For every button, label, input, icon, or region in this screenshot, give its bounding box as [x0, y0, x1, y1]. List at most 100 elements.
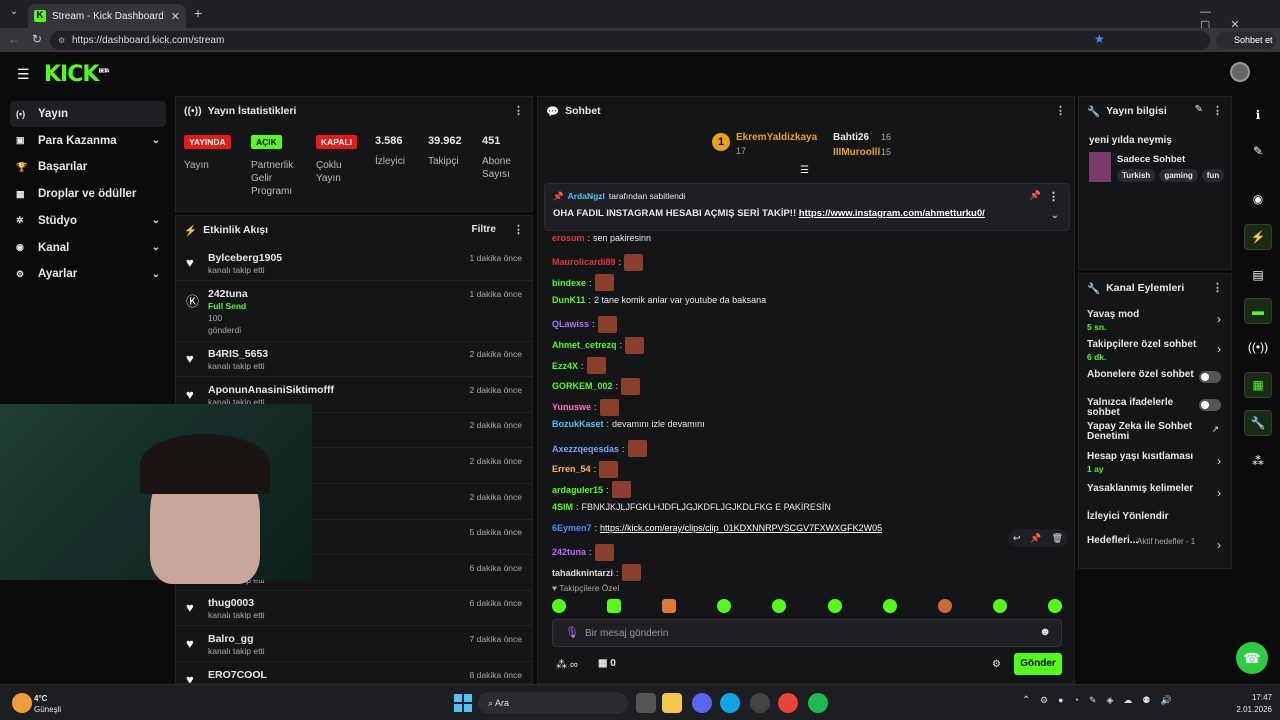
- clock-time[interactable]: 17:47: [1232, 693, 1272, 702]
- chevron-right-icon[interactable]: ›: [1217, 538, 1221, 552]
- chat-username[interactable]: GORKEM_002: [552, 381, 613, 391]
- chat-username[interactable]: 6Eymen7: [552, 523, 592, 533]
- discord-icon[interactable]: [692, 693, 712, 713]
- sidebar-item-6[interactable]: ◉ Kanal ⌄: [10, 235, 166, 261]
- activity-user[interactable]: ERO7COOL: [208, 669, 267, 681]
- edge-icon[interactable]: [720, 693, 740, 713]
- activity-user[interactable]: Balro_gg: [208, 633, 254, 645]
- category-name[interactable]: Sadece Sohbet: [1117, 154, 1185, 165]
- stream-info-menu-icon[interactable]: ⋮: [1212, 104, 1223, 117]
- sidebar-item-5[interactable]: ✲ Stüdyo ⌄: [10, 208, 166, 234]
- activity-menu-icon[interactable]: ⋮: [513, 223, 524, 236]
- chat-username[interactable]: Ahmet_cetrezq: [552, 340, 617, 350]
- emote-3-icon[interactable]: [662, 599, 677, 613]
- chat-rail-icon[interactable]: ▬: [1244, 298, 1272, 324]
- new-tab-icon[interactable]: +: [194, 5, 202, 21]
- activity-user[interactable]: B4RIS_5653: [208, 348, 268, 360]
- back-icon[interactable]: ←: [8, 32, 20, 46]
- activity-user[interactable]: Bylceberg1905: [208, 252, 282, 264]
- sidebar-item-7[interactable]: ⚙ Ayarlar ⌄: [10, 261, 166, 287]
- clock-date[interactable]: 2.01.2026: [1220, 705, 1272, 714]
- channel-action-2[interactable]: Takipçilere özel sohbet 6 dk. ›: [1079, 340, 1231, 366]
- mic-icon[interactable]: 🎙: [565, 626, 579, 639]
- delete-icon[interactable]: 🗑: [1052, 533, 1063, 544]
- chevron-right-icon[interactable]: ›: [1217, 486, 1221, 500]
- pinned-link[interactable]: https://www.instagram.com/ahmetturku0/: [799, 208, 985, 219]
- chevron-down-icon[interactable]: ⌄: [1051, 210, 1059, 221]
- channel-action-1[interactable]: Yavaş mod 5 sn. ›: [1079, 310, 1231, 336]
- chat-username[interactable]: bindexe: [552, 278, 586, 288]
- avatar[interactable]: [1230, 62, 1250, 82]
- channel-actions-menu-icon[interactable]: ⋮: [1212, 281, 1223, 294]
- channel-action-9[interactable]: Hedefleri... Aktif hedefler - 1 ›: [1079, 536, 1231, 562]
- chat-username[interactable]: 242tuna: [552, 547, 586, 557]
- site-info-icon[interactable]: ⚙: [58, 36, 65, 45]
- leaderboard-toggle-icon[interactable]: ☰: [800, 165, 809, 176]
- chat-link[interactable]: https://kick.com/eray/clips/clip_01KDXNN…: [600, 523, 882, 533]
- sidebar-item-2[interactable]: ▣ Para Kazanma ⌄: [10, 128, 166, 154]
- pinned-menu-icon[interactable]: ⋮: [1048, 190, 1059, 203]
- layout-rail-icon[interactable]: ▦: [1244, 372, 1272, 398]
- obs-icon[interactable]: [750, 693, 770, 713]
- file-explorer-icon[interactable]: [662, 693, 682, 713]
- lightning-rail-icon[interactable]: ⚡: [1244, 224, 1272, 250]
- chevron-right-icon[interactable]: ›: [1217, 454, 1221, 468]
- toggle-switch[interactable]: [1199, 399, 1221, 411]
- camera-icon[interactable]: ◉: [1244, 186, 1272, 212]
- tray-chevron-icon[interactable]: ⌃: [1022, 695, 1030, 706]
- leader-2-name[interactable]: Bahti26: [833, 132, 869, 143]
- chat-username[interactable]: Maurolicardi89: [552, 257, 616, 267]
- community-icon[interactable]: ⁂ ∞: [556, 658, 578, 671]
- emote-2-icon[interactable]: [607, 599, 622, 613]
- chat-username[interactable]: Yunuswe: [552, 402, 591, 412]
- browser-tab[interactable]: K Stream - Kick Dashboard ✕: [28, 4, 186, 28]
- menu-icon[interactable]: ☰: [17, 66, 30, 83]
- community-rail-icon[interactable]: ⁂: [1244, 448, 1272, 474]
- taskbar-search[interactable]: ⌕ Ara: [478, 692, 628, 714]
- edit-icon[interactable]: ✎: [1195, 104, 1203, 115]
- chat-username[interactable]: Axezzqeqesdas: [552, 444, 619, 454]
- external-link-icon[interactable]: ↗: [1211, 424, 1219, 435]
- weather-icon[interactable]: [12, 693, 32, 713]
- chat-settings-icon[interactable]: ⚙: [992, 659, 1001, 670]
- url-field[interactable]: https://dashboard.kick.com/stream: [50, 31, 1210, 50]
- sidebar-item-4[interactable]: ▦ Droplar ve ödüller: [10, 181, 166, 207]
- chat-username[interactable]: tahadknintarzi: [552, 568, 613, 578]
- emote-8-icon[interactable]: [937, 599, 952, 613]
- chrome-icon[interactable]: [778, 693, 798, 713]
- chevron-right-icon[interactable]: ›: [1217, 342, 1221, 356]
- tag-turkish[interactable]: Turkish: [1117, 169, 1156, 182]
- pinned-by-user[interactable]: ArdaNgzl: [568, 191, 605, 202]
- emote-7-icon[interactable]: [882, 599, 897, 613]
- copilot-button[interactable]: Sohbet et: [1216, 32, 1276, 49]
- channel-action-7[interactable]: Yasaklanmış kelimeler ›: [1079, 484, 1231, 510]
- chat-username[interactable]: DunK11: [552, 295, 586, 305]
- tab-list-icon[interactable]: ⌄: [6, 6, 22, 22]
- favorite-star-icon[interactable]: ★: [1094, 32, 1105, 46]
- task-view-icon[interactable]: [636, 693, 656, 713]
- emote-6-icon[interactable]: [827, 599, 842, 613]
- activity-user[interactable]: 242tuna: [208, 288, 248, 300]
- activity-user[interactable]: thug0003: [208, 597, 254, 609]
- tag-fun[interactable]: fun: [1201, 169, 1225, 182]
- channel-action-5[interactable]: Yapay Zeka ile Sohbet Denetimi ↗: [1079, 422, 1231, 448]
- chat-username[interactable]: BozukKaset: [552, 419, 604, 429]
- emote-10-icon[interactable]: [1047, 599, 1062, 613]
- chat-username[interactable]: ardaguler15: [552, 485, 603, 495]
- emote-9-icon[interactable]: [992, 599, 1007, 613]
- pin-message-icon[interactable]: 📌: [1030, 533, 1041, 544]
- pencil-icon[interactable]: ✎: [1244, 138, 1272, 164]
- info-icon[interactable]: ℹ: [1244, 102, 1272, 128]
- chat-username[interactable]: 4SIM: [552, 502, 573, 512]
- points-display[interactable]: ▦ 0: [598, 658, 616, 669]
- chat-username[interactable]: erosum: [552, 233, 585, 243]
- channel-action-3[interactable]: Abonelere özel sohbet: [1079, 370, 1231, 396]
- send-button[interactable]: Gönder: [1014, 653, 1062, 675]
- leader-1-name[interactable]: EkremYaldizkaya: [736, 132, 817, 143]
- windows-start-icon[interactable]: [454, 694, 472, 712]
- wrench-rail-icon[interactable]: 🔧: [1244, 410, 1272, 436]
- emote-5-icon[interactable]: [772, 599, 787, 613]
- tag-gaming[interactable]: gaming: [1159, 169, 1198, 182]
- unpin-icon[interactable]: 📌: [1030, 190, 1041, 201]
- chat-input[interactable]: 🎙 Bir mesaj gönderin ☻: [552, 619, 1062, 647]
